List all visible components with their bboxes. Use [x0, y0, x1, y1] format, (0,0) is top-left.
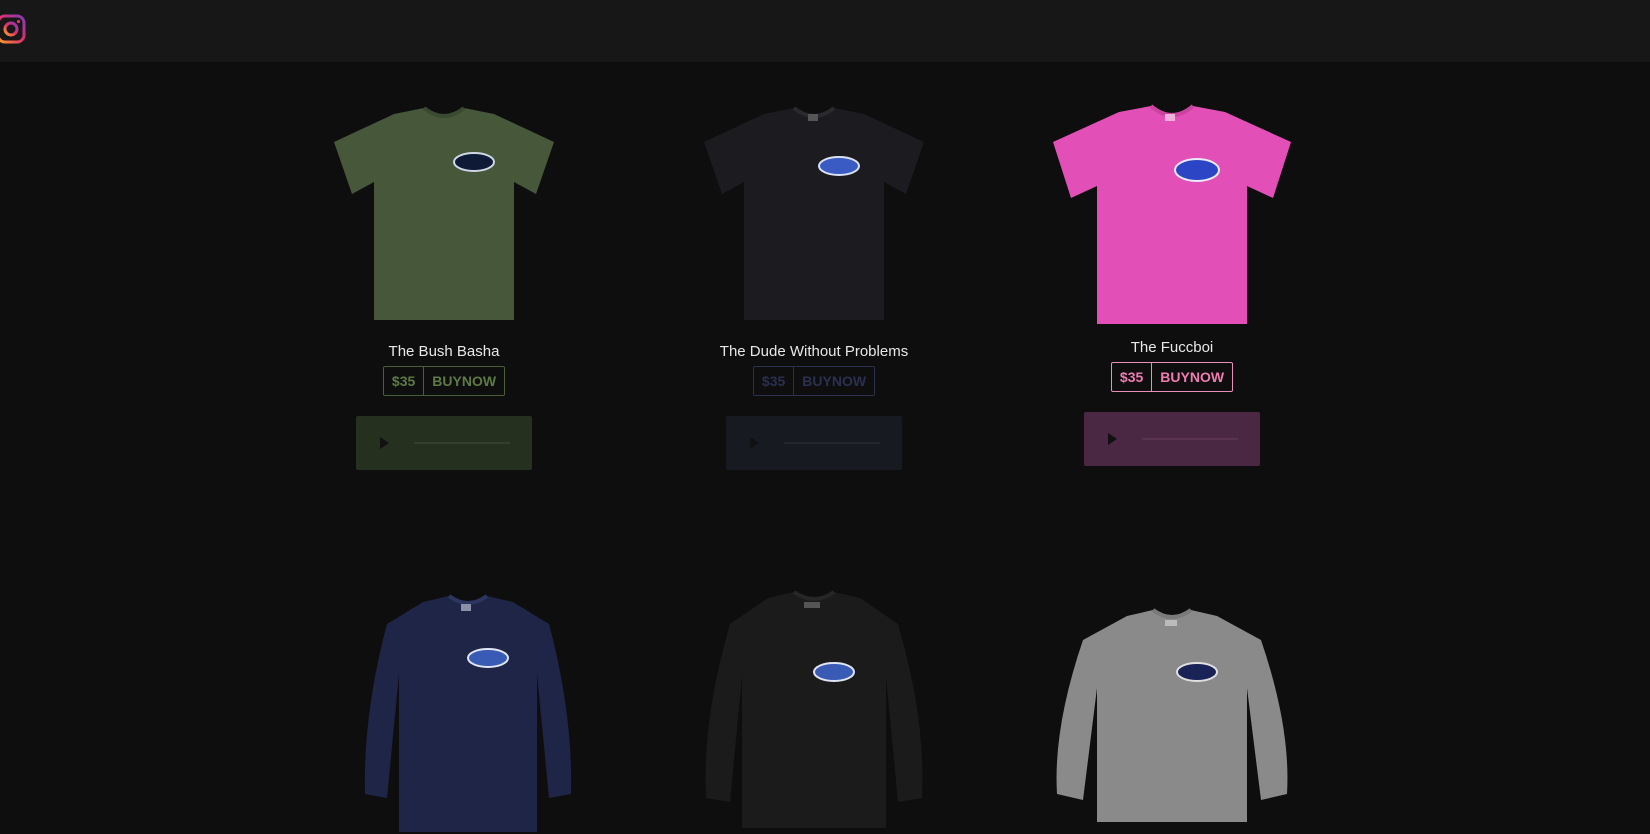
top-bar: [0, 0, 1650, 62]
product-image[interactable]: [324, 104, 564, 330]
buy-button[interactable]: $35 BUYNOW: [752, 366, 876, 396]
audio-progress-bar[interactable]: [414, 442, 510, 444]
product-card: [318, 594, 618, 834]
product-name[interactable]: The Fuccboi: [1022, 338, 1322, 358]
audio-progress-bar[interactable]: [784, 442, 880, 444]
buy-button[interactable]: $35 BUYNOW: [1110, 362, 1234, 392]
product-grid: The Bush Basha $35 BUYNOW The Dude Witho…: [0, 62, 1650, 832]
price-label: $35: [384, 367, 425, 395]
audio-player: [726, 416, 902, 470]
product-card: The Bush Basha $35 BUYNOW: [294, 104, 594, 470]
play-icon[interactable]: [380, 437, 389, 449]
price-label: $35: [754, 367, 795, 395]
product-image[interactable]: [353, 594, 583, 834]
audio-progress-bar[interactable]: [1142, 438, 1238, 440]
product-card: [1022, 608, 1322, 824]
product-card: [664, 590, 964, 830]
price-label: $35: [1112, 363, 1153, 391]
product-image[interactable]: [1047, 104, 1297, 330]
buynow-label: BUYNOW: [1160, 369, 1225, 385]
product-image[interactable]: [1047, 608, 1297, 824]
product-image[interactable]: [694, 590, 934, 830]
buynow-label: BUYNOW: [802, 373, 867, 389]
buy-button[interactable]: $35 BUYNOW: [382, 366, 506, 396]
product-card: The Fuccboi $35 BUYNOW: [1022, 104, 1322, 466]
audio-player: [1084, 412, 1260, 466]
buynow-label: BUYNOW: [432, 373, 497, 389]
instagram-icon[interactable]: [0, 14, 26, 44]
play-icon[interactable]: [750, 437, 759, 449]
product-name[interactable]: The Bush Basha: [294, 342, 594, 362]
product-card: The Dude Without Problems $35 BUYNOW: [664, 104, 964, 470]
product-name[interactable]: The Dude Without Problems: [664, 342, 964, 362]
audio-player: [356, 416, 532, 470]
play-icon[interactable]: [1108, 433, 1117, 445]
product-image[interactable]: [694, 104, 934, 330]
